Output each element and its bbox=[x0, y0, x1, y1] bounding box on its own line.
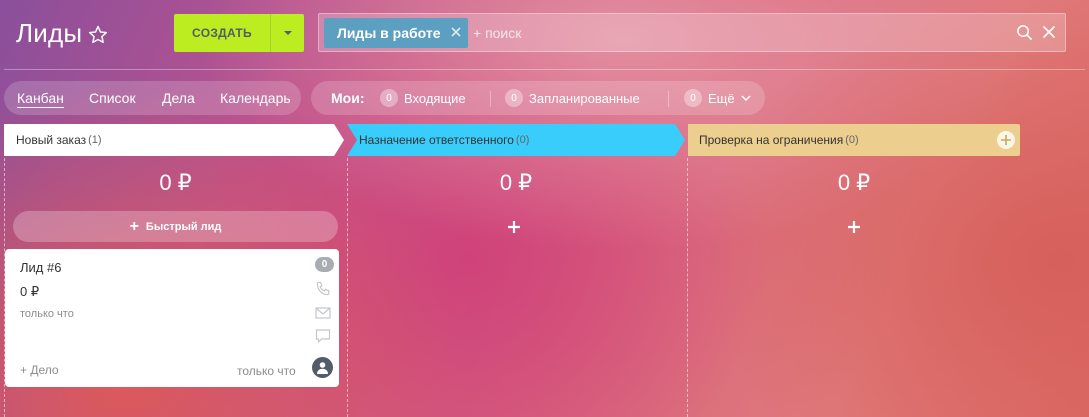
avatar[interactable] bbox=[312, 357, 333, 378]
quick-lead-button[interactable]: + Быстрый лид bbox=[13, 211, 338, 242]
stage-header-new-order[interactable]: Новый заказ (1) bbox=[4, 124, 344, 156]
tab-kanban[interactable]: Канбан bbox=[17, 90, 64, 108]
stage-sum: 0 ₽ bbox=[837, 170, 871, 195]
create-button[interactable]: СОЗДАТЬ bbox=[174, 14, 270, 52]
tab-activities[interactable]: Дела bbox=[162, 90, 195, 106]
view-switcher: Канбан Список Дела Календарь bbox=[4, 81, 301, 115]
filter-chip-label: Лиды в работе bbox=[337, 25, 441, 41]
stage-sum: 0 ₽ bbox=[499, 170, 533, 195]
counter-badge: 0 bbox=[380, 89, 398, 107]
plus-icon bbox=[1001, 135, 1011, 145]
add-stage-button[interactable] bbox=[997, 131, 1015, 149]
column-border bbox=[687, 158, 688, 417]
chevron-down-icon bbox=[741, 95, 751, 101]
last-activity-time: только что bbox=[237, 364, 296, 378]
counter-badge: 0 bbox=[684, 89, 702, 107]
counter-incoming[interactable]: 0 Входящие bbox=[380, 89, 466, 107]
search-input[interactable] bbox=[473, 20, 993, 46]
lead-title[interactable]: Лид #6 bbox=[20, 260, 61, 275]
star-icon[interactable] bbox=[87, 24, 109, 46]
close-icon[interactable] bbox=[450, 26, 462, 38]
filter-chip[interactable]: Лиды в работе bbox=[324, 18, 468, 48]
triangle-down-icon bbox=[283, 31, 292, 35]
counter-label: Ещё bbox=[708, 90, 735, 106]
counter-more[interactable]: 0 Ещё bbox=[684, 89, 751, 107]
add-lead-button[interactable] bbox=[504, 217, 524, 237]
stage-header-restrictions-check[interactable]: Проверка на ограничения (0) bbox=[688, 124, 1020, 156]
counters-panel: Мои: 0 Входящие 0 Запланированные 0 Ещё bbox=[311, 81, 765, 115]
stage-header-assign-responsible[interactable]: Назначение ответственного (0) bbox=[347, 124, 685, 156]
stage-count: (1) bbox=[88, 134, 102, 146]
phone-icon[interactable] bbox=[314, 280, 332, 298]
filter-search-box[interactable]: Лиды в работе bbox=[318, 13, 1066, 52]
add-lead-button[interactable] bbox=[844, 217, 864, 237]
chat-icon[interactable] bbox=[314, 327, 332, 345]
lead-sum: 0 ₽ bbox=[20, 284, 40, 299]
stage-name: Проверка на ограничения bbox=[699, 133, 844, 147]
lead-card[interactable]: Лид #6 0 ₽ только что 0 + Дело только чт… bbox=[5, 249, 339, 387]
plus-icon: + bbox=[129, 217, 139, 235]
activity-counter-badge: 0 bbox=[315, 257, 334, 272]
user-icon bbox=[317, 362, 328, 374]
divider bbox=[490, 91, 491, 107]
create-menu-button[interactable] bbox=[270, 14, 304, 52]
stage-sum: 0 ₽ bbox=[159, 170, 192, 195]
counter-label: Входящие bbox=[404, 90, 466, 106]
counter-badge: 0 bbox=[505, 89, 523, 107]
page-title: Лиды bbox=[16, 18, 83, 48]
clear-icon[interactable] bbox=[1042, 25, 1056, 39]
counter-label: Запланированные bbox=[529, 90, 640, 106]
counter-planned[interactable]: 0 Запланированные bbox=[505, 89, 640, 107]
lead-created-time: только что bbox=[20, 308, 74, 320]
stage-count: (0) bbox=[515, 134, 530, 146]
counters-label: Мои: bbox=[331, 90, 365, 106]
search-icon[interactable] bbox=[1016, 24, 1033, 41]
tab-calendar[interactable]: Календарь bbox=[220, 90, 291, 106]
stage-count: (0) bbox=[845, 134, 859, 146]
tab-list[interactable]: Список bbox=[89, 90, 136, 106]
stage-name: Новый заказ bbox=[16, 133, 87, 147]
mail-icon[interactable] bbox=[314, 304, 332, 322]
stage-name: Назначение ответственного bbox=[359, 133, 514, 147]
quick-lead-label: Быстрый лид bbox=[145, 220, 222, 233]
column-border bbox=[347, 158, 348, 417]
create-button-group: СОЗДАТЬ bbox=[174, 14, 304, 52]
header-divider bbox=[4, 69, 1085, 70]
divider bbox=[668, 91, 669, 107]
add-activity-link[interactable]: + Дело bbox=[20, 363, 59, 377]
